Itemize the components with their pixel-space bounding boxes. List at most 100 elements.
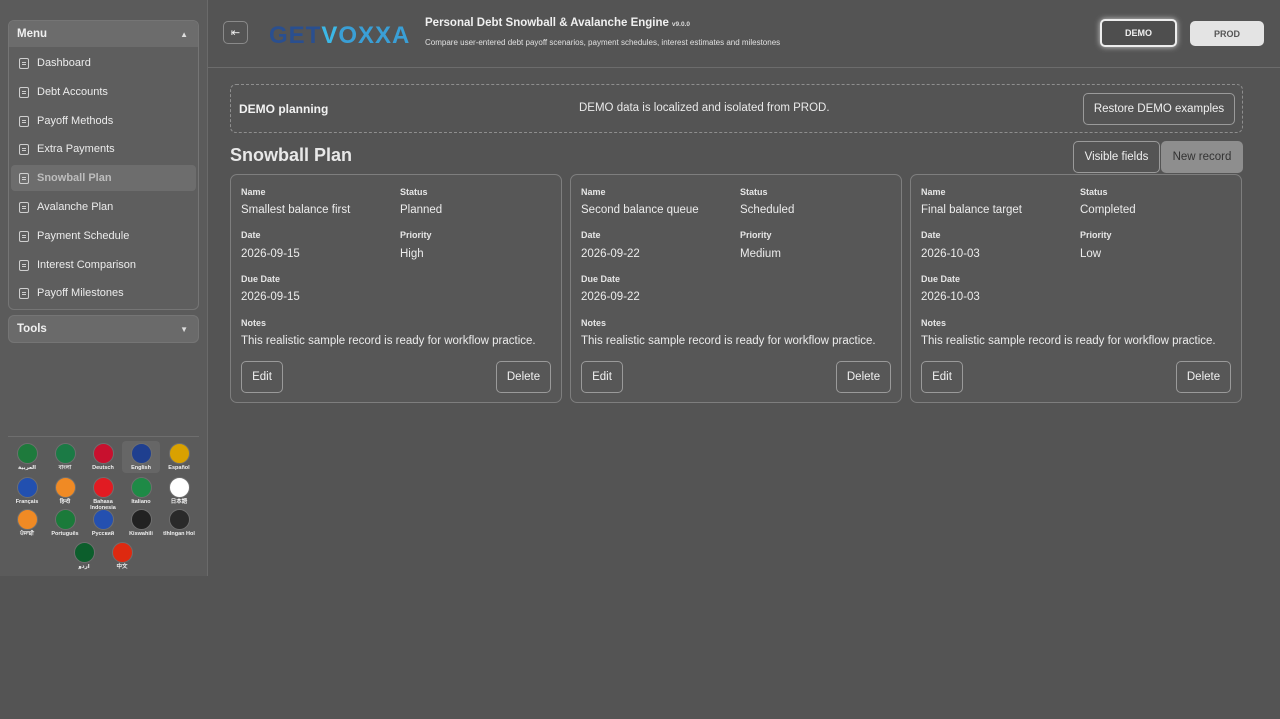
chevron-up-icon: ▲ bbox=[180, 29, 188, 39]
language-option-indonesian[interactable]: Bahasa Indonesia bbox=[84, 477, 122, 511]
sidebar-item-snowball-plan[interactable]: Snowball Plan bbox=[11, 165, 196, 191]
flag-icon bbox=[130, 477, 152, 498]
priority-label: Priority bbox=[400, 230, 432, 240]
language-option-bangla[interactable]: বাংলা bbox=[46, 443, 84, 471]
priority-value: Medium bbox=[740, 248, 781, 260]
demo-button[interactable]: DEMO bbox=[1100, 19, 1177, 47]
sidebar-item-extra-payments[interactable]: Extra Payments bbox=[11, 136, 196, 162]
record-card: Name Smallest balance first Status Plann… bbox=[230, 174, 562, 403]
language-option-japanese[interactable]: 日本語 bbox=[160, 477, 198, 505]
menu-panel: Menu ▲ Dashboard Debt Accounts Payoff Me… bbox=[8, 20, 199, 310]
sidebar-item-label: Payoff Methods bbox=[37, 115, 114, 127]
language-option-swahili[interactable]: Kiswahili bbox=[122, 509, 160, 537]
language-option-english[interactable]: English bbox=[122, 441, 160, 473]
due-date-label: Due Date bbox=[241, 274, 281, 284]
sidebar-item-dashboard[interactable]: Dashboard bbox=[11, 50, 196, 76]
document-icon bbox=[19, 143, 29, 155]
version-label: v9.0.0 bbox=[671, 21, 690, 28]
date-value: 2026-09-22 bbox=[581, 248, 640, 260]
language-selector: العربية বাংলা Deutsch English Español Fr… bbox=[8, 436, 199, 570]
chevron-down-icon: ▼ bbox=[180, 324, 188, 334]
notes-value: This realistic sample record is ready fo… bbox=[581, 335, 876, 347]
sidebar-item-payment-schedule[interactable]: Payment Schedule bbox=[11, 223, 196, 249]
status-label: Status bbox=[740, 187, 768, 197]
language-option-punjabi[interactable]: ਪੰਜਾਬੀ bbox=[8, 509, 46, 537]
notes-label: Notes bbox=[241, 318, 267, 328]
logo: GETVOXXA bbox=[269, 22, 411, 49]
document-icon bbox=[19, 259, 29, 271]
flag-icon bbox=[16, 509, 38, 530]
language-option-klingon[interactable]: tlhIngan Hol bbox=[160, 509, 198, 537]
document-icon bbox=[19, 57, 29, 69]
status-label: Status bbox=[1080, 187, 1108, 197]
edit-button[interactable]: Edit bbox=[241, 361, 283, 393]
due-date-value: 2026-10-03 bbox=[921, 291, 980, 303]
app-subtitle: Compare user-entered debt payoff scenari… bbox=[425, 38, 781, 47]
sidebar-item-label: Payoff Milestones bbox=[37, 287, 124, 299]
language-option-french[interactable]: Français bbox=[8, 477, 46, 505]
language-option-portuguese[interactable]: Português bbox=[46, 509, 84, 537]
status-value: Planned bbox=[400, 204, 443, 216]
new-record-button[interactable]: New record bbox=[1161, 141, 1243, 173]
flag-icon bbox=[168, 443, 190, 464]
tools-title: Tools bbox=[17, 323, 47, 335]
prod-button[interactable]: PROD bbox=[1190, 21, 1264, 46]
name-label: Name bbox=[921, 187, 946, 197]
language-option-hindi[interactable]: हिन्दी bbox=[46, 477, 84, 505]
status-value: Completed bbox=[1080, 204, 1136, 216]
sidebar-item-payoff-milestones[interactable]: Payoff Milestones bbox=[11, 280, 196, 306]
language-option-chinese[interactable]: 中文 bbox=[103, 542, 141, 570]
status-value: Scheduled bbox=[740, 204, 795, 216]
sidebar-item-label: Dashboard bbox=[37, 57, 91, 69]
language-option-russian[interactable]: Русский bbox=[84, 509, 122, 537]
sidebar-item-label: Payment Schedule bbox=[37, 230, 130, 242]
flag-icon bbox=[111, 542, 133, 563]
demo-notice: DEMO planning DEMO data is localized and… bbox=[230, 84, 1243, 133]
sidebar-item-label: Extra Payments bbox=[37, 143, 115, 155]
delete-button[interactable]: Delete bbox=[836, 361, 891, 393]
language-option-italian[interactable]: Italiano bbox=[122, 477, 160, 505]
page-title: Snowball Plan bbox=[230, 145, 353, 165]
sidebar-item-label: Avalanche Plan bbox=[37, 201, 114, 213]
flag-icon bbox=[54, 477, 76, 498]
menu-title: Menu bbox=[17, 28, 48, 40]
menu-header[interactable]: Menu ▲ bbox=[9, 21, 198, 47]
record-card: Name Final balance target Status Complet… bbox=[910, 174, 1242, 403]
name-value: Second balance queue bbox=[581, 204, 699, 216]
notes-value: This realistic sample record is ready fo… bbox=[921, 335, 1216, 347]
collapse-icon: ⇤ bbox=[230, 27, 241, 39]
sidebar-item-interest-comparison[interactable]: Interest Comparison bbox=[11, 252, 196, 278]
sidebar-item-label: Snowball Plan bbox=[37, 172, 112, 184]
flag-icon bbox=[73, 542, 95, 563]
visible-fields-button[interactable]: Visible fields bbox=[1073, 141, 1160, 173]
flag-icon bbox=[168, 477, 190, 498]
language-option-urdu[interactable]: اردو bbox=[65, 542, 103, 570]
delete-button[interactable]: Delete bbox=[1176, 361, 1231, 393]
document-icon bbox=[19, 287, 29, 299]
due-date-value: 2026-09-22 bbox=[581, 291, 640, 303]
edit-button[interactable]: Edit bbox=[921, 361, 963, 393]
language-option-german[interactable]: Deutsch bbox=[84, 443, 122, 471]
flag-icon bbox=[54, 443, 76, 464]
document-icon bbox=[19, 115, 29, 127]
delete-button[interactable]: Delete bbox=[496, 361, 551, 393]
flag-icon bbox=[130, 509, 152, 530]
date-label: Date bbox=[241, 230, 261, 240]
sidebar-item-debt-accounts[interactable]: Debt Accounts bbox=[11, 79, 196, 105]
priority-value: Low bbox=[1080, 248, 1102, 260]
language-option-spanish[interactable]: Español bbox=[160, 443, 198, 471]
restore-demo-button[interactable]: Restore DEMO examples bbox=[1083, 93, 1235, 125]
flag-icon bbox=[16, 477, 38, 498]
document-icon bbox=[19, 86, 29, 98]
sidebar-item-payoff-methods[interactable]: Payoff Methods bbox=[11, 108, 196, 134]
tools-header[interactable]: Tools ▼ bbox=[8, 315, 199, 343]
collapse-sidebar-button[interactable]: ⇤ bbox=[223, 21, 248, 44]
flag-icon bbox=[130, 443, 152, 464]
language-option-arabic[interactable]: العربية bbox=[8, 443, 46, 471]
flag-icon bbox=[92, 443, 114, 464]
document-icon bbox=[19, 201, 29, 213]
notes-label: Notes bbox=[921, 318, 947, 328]
edit-button[interactable]: Edit bbox=[581, 361, 623, 393]
notes-value: This realistic sample record is ready fo… bbox=[241, 335, 536, 347]
sidebar-item-avalanche-plan[interactable]: Avalanche Plan bbox=[11, 194, 196, 220]
